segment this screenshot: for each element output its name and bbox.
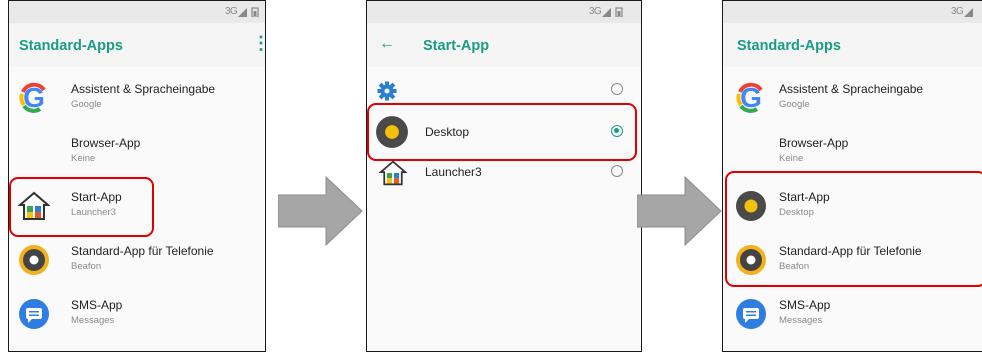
toolbar: Standard-Apps ⋮ <box>9 23 265 67</box>
page-title: Standard-Apps <box>19 38 123 54</box>
list-item-telephony[interactable]: Standard-App für Telefonie Beafon <box>9 235 265 287</box>
toolbar: Standard-Apps ⋮ <box>723 23 982 67</box>
item-title: Standard-App für Telefonie <box>71 244 214 258</box>
toolbar: ← Start-App <box>367 23 641 67</box>
messages-icon <box>736 299 766 329</box>
messages-icon <box>19 299 49 329</box>
radio-button[interactable] <box>611 83 623 95</box>
launcher3-icon <box>378 160 408 186</box>
item-subtitle: Keine <box>71 153 96 164</box>
item-title: SMS-App <box>779 298 831 312</box>
more-vert-icon[interactable]: ⋮ <box>975 34 982 52</box>
network-indicator: 3G <box>589 6 602 17</box>
highlight-start-and-telephony <box>725 171 982 287</box>
item-subtitle: Beafon <box>71 261 102 272</box>
list-item-browser[interactable]: Browser-App Keine <box>9 127 265 179</box>
item-subtitle: Messages <box>779 315 823 326</box>
status-bar: 3G <box>9 1 265 23</box>
status-bar: 3G <box>723 1 982 23</box>
page-title: Start-App <box>423 38 490 54</box>
arrow-back-icon[interactable]: ← <box>379 35 395 53</box>
list-item-assistant[interactable]: G Assistent & Spracheingabe Google <box>9 73 265 125</box>
item-subtitle: Messages <box>71 315 115 326</box>
item-subtitle: Google <box>71 99 102 110</box>
item-subtitle: Keine <box>779 153 804 164</box>
list-item-sms[interactable]: SMS-App Messages <box>723 289 982 341</box>
next-step-arrow-icon <box>278 176 363 246</box>
status-bar: 3G <box>367 1 641 23</box>
network-indicator: 3G <box>225 6 238 17</box>
screen-start-app-picker: 3G ← Start-App Desktop Launcher3 <box>366 0 642 352</box>
item-title: Assistent & Spracheingabe <box>71 82 216 96</box>
highlight-desktop <box>367 103 637 161</box>
page-title: Standard-Apps <box>737 38 841 54</box>
option-label: Launcher3 <box>425 165 482 179</box>
item-title: SMS-App <box>71 298 123 312</box>
list-item-sms[interactable]: SMS-App Messages <box>9 289 265 341</box>
screen-standard-apps-after: 3G Standard-Apps ⋮ G Assistent & Sprache… <box>722 0 982 352</box>
signal-battery-icon <box>602 7 623 17</box>
screen-standard-apps-before: 3G Standard-Apps ⋮ G Assistent & Sprache… <box>8 0 266 352</box>
item-subtitle: Google <box>779 99 810 110</box>
google-icon: G <box>736 82 763 113</box>
settings-gear-icon[interactable] <box>377 81 397 101</box>
signal-icon <box>964 8 973 17</box>
signal-battery-icon <box>238 7 259 17</box>
beafon-icon <box>19 245 49 275</box>
next-step-arrow-icon <box>637 176 722 246</box>
google-icon: G <box>19 82 46 113</box>
highlight-start-app <box>9 177 154 237</box>
radio-button[interactable] <box>611 165 623 177</box>
item-title: Browser-App <box>779 136 849 150</box>
network-indicator: 3G <box>951 6 964 17</box>
list-item-assistant[interactable]: G Assistent & Spracheingabe Google <box>723 73 982 125</box>
more-vert-icon[interactable]: ⋮ <box>252 34 265 52</box>
option-launcher3[interactable]: Launcher3 <box>367 157 641 197</box>
item-title: Browser-App <box>71 136 141 150</box>
item-title: Assistent & Spracheingabe <box>779 82 924 96</box>
